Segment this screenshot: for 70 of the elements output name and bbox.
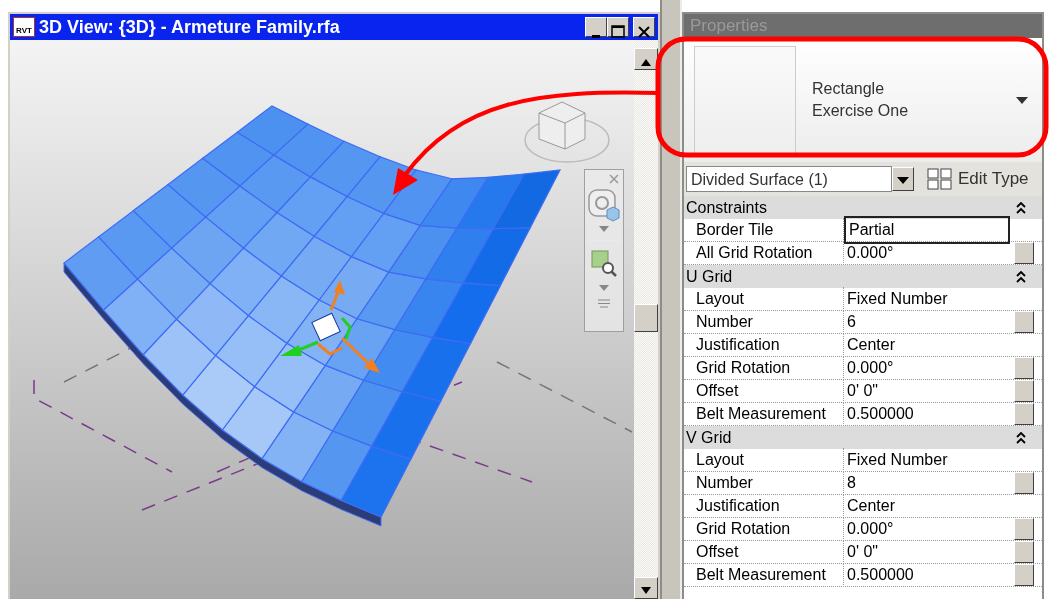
- parameter-button[interactable]: [1014, 357, 1034, 379]
- dropdown-arrow-icon: [1016, 96, 1028, 104]
- zoom-icon[interactable]: [590, 249, 618, 277]
- property-value: 0.500000: [846, 565, 915, 585]
- property-label: Number: [684, 310, 844, 334]
- collapse-icon[interactable]: [1016, 270, 1026, 283]
- parameter-button[interactable]: [1014, 564, 1034, 586]
- parameter-button[interactable]: [1014, 242, 1034, 264]
- close-button[interactable]: [633, 17, 655, 37]
- parameter-button[interactable]: [1014, 472, 1034, 494]
- property-label: Grid Rotation: [684, 517, 844, 541]
- parameter-button[interactable]: [1014, 311, 1034, 333]
- property-value: Center: [846, 496, 897, 516]
- down-arrow-icon: [640, 585, 652, 596]
- caret-icon[interactable]: [599, 226, 609, 232]
- group-header[interactable]: Constraints: [684, 196, 1042, 219]
- edit-type-icon: [926, 167, 954, 191]
- parameter-button[interactable]: [1014, 541, 1034, 563]
- property-label: Justification: [684, 333, 844, 357]
- minimize-icon: [592, 34, 600, 38]
- window-title: 3D View: {3D} - Armeture Family.rfa: [39, 15, 340, 39]
- parameter-button[interactable]: [1014, 403, 1034, 425]
- property-value: 0' 0": [846, 542, 879, 562]
- scroll-thumb[interactable]: [634, 304, 658, 332]
- parameter-button[interactable]: [1014, 380, 1034, 402]
- property-value: Fixed Number: [846, 450, 949, 470]
- dropdown-arrow-icon: [897, 177, 909, 185]
- property-value: 0' 0": [846, 381, 879, 401]
- property-value: Center: [846, 335, 897, 355]
- collapse-icon[interactable]: [1016, 431, 1026, 444]
- property-label: Grid Rotation: [684, 356, 844, 380]
- property-value: 0.000°: [846, 519, 895, 539]
- property-value: 6: [846, 312, 857, 332]
- transform-gizmo-icon[interactable]: [280, 280, 380, 373]
- property-value: 0.500000: [846, 404, 915, 424]
- parameter-button[interactable]: [1014, 518, 1034, 540]
- property-label: Justification: [684, 494, 844, 518]
- scroll-up-button[interactable]: [634, 48, 658, 70]
- property-value: 8: [846, 473, 857, 493]
- property-value: 0.000°: [846, 243, 895, 263]
- type-selector[interactable]: Rectangle Exercise One: [684, 38, 1042, 162]
- dropdown-button[interactable]: [892, 167, 914, 191]
- file-icon: RVT: [13, 17, 35, 37]
- group-title: Constraints: [686, 197, 767, 218]
- group-header[interactable]: V Grid: [684, 426, 1042, 449]
- property-label: Belt Measurement: [684, 563, 844, 587]
- property-label: Layout: [684, 448, 844, 472]
- menu-icon[interactable]: [598, 299, 610, 308]
- divided-surface-drawing[interactable]: [63, 105, 562, 527]
- scroll-down-button[interactable]: [634, 577, 658, 599]
- minimize-button[interactable]: [585, 17, 607, 37]
- property-label: Offset: [684, 379, 844, 403]
- type-name: Rectangle: [812, 79, 886, 99]
- collapse-icon[interactable]: [1016, 201, 1026, 214]
- group-title: U Grid: [686, 266, 733, 287]
- maximize-button[interactable]: [607, 17, 629, 37]
- selector-field[interactable]: Divided Surface (1): [686, 166, 892, 192]
- edit-type-button[interactable]: Edit Type: [922, 166, 1033, 192]
- property-label: Layout: [684, 287, 844, 311]
- group-title: V Grid: [686, 427, 732, 448]
- value-field[interactable]: Partial: [844, 216, 1010, 244]
- property-value: Fixed Number: [846, 289, 949, 309]
- scrollbar[interactable]: [634, 40, 658, 599]
- property-label: Border Tile: [684, 218, 844, 242]
- caret-icon[interactable]: [599, 285, 609, 291]
- group-header[interactable]: U Grid: [684, 265, 1042, 288]
- property-label: Number: [684, 471, 844, 495]
- type-name: Exercise One: [812, 101, 909, 121]
- property-value: 0.000°: [846, 358, 895, 378]
- property-label: Offset: [684, 540, 844, 564]
